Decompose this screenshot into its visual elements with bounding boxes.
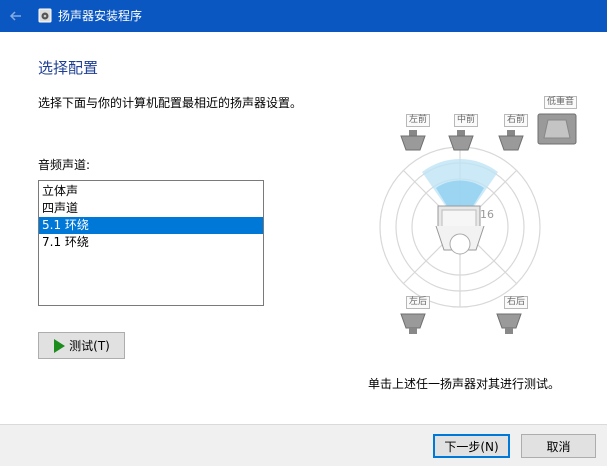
- next-button[interactable]: 下一步(N): [433, 434, 510, 458]
- channel-item-quad[interactable]: 四声道: [39, 200, 263, 217]
- channels-label: 音频声道:: [38, 158, 91, 172]
- cancel-button[interactable]: 取消: [521, 434, 596, 458]
- speaker-label-subwoofer: 低重音: [544, 96, 578, 109]
- center-speaker-icon[interactable]: [446, 128, 476, 152]
- subwoofer-speaker-icon[interactable]: [536, 112, 578, 146]
- footer-bar: 下一步(N) 取消: [0, 424, 607, 466]
- test-button-label: 测试(T): [69, 339, 110, 353]
- page-heading: 选择配置: [38, 59, 99, 77]
- speaker-label-front-right: 右前: [504, 114, 529, 127]
- back-arrow-icon[interactable]: [6, 6, 26, 26]
- title-bar: 扬声器安装程序: [0, 0, 607, 32]
- speaker-app-icon: [38, 8, 52, 23]
- play-icon: [54, 338, 66, 353]
- speaker-label-rear-right: 右后: [504, 296, 529, 309]
- speaker-label-front-left: 左前: [406, 114, 431, 127]
- test-hint-text: 单击上述任一扬声器对其进行测试。: [368, 377, 561, 391]
- channel-item-stereo[interactable]: 立体声: [39, 183, 263, 200]
- channels-listbox[interactable]: 立体声 四声道 5.1 环绕 7.1 环绕: [38, 180, 264, 306]
- channel-item-5-1-surround[interactable]: 5.1 环绕: [39, 217, 263, 234]
- rear-right-speaker-icon[interactable]: [494, 312, 524, 336]
- test-button[interactable]: 测试(T): [38, 332, 125, 359]
- front-left-speaker-icon[interactable]: [398, 128, 428, 152]
- rear-left-speaker-icon[interactable]: [398, 312, 428, 336]
- speaker-label-center: 中前: [454, 114, 479, 127]
- speaker-label-rear-left: 左后: [406, 296, 431, 309]
- page-description: 选择下面与你的计算机配置最相近的扬声器设置。: [38, 96, 303, 110]
- svg-text:16: 16: [480, 208, 494, 221]
- window-title: 扬声器安装程序: [58, 9, 143, 23]
- channel-item-7-1-surround[interactable]: 7.1 环绕: [39, 234, 263, 251]
- speaker-diagram: 16 左前 中前 右前 低重音 左后 右后: [370, 92, 600, 342]
- front-right-speaker-icon[interactable]: [496, 128, 526, 152]
